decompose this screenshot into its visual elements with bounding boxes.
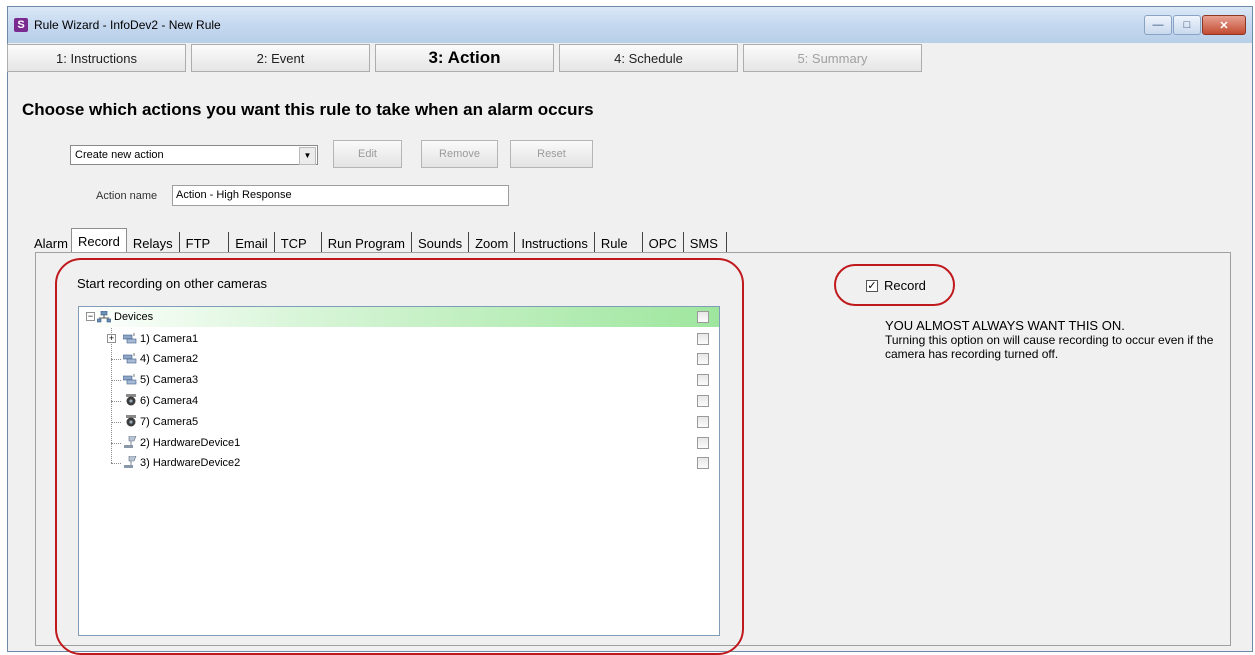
step-summary: 5: Summary: [743, 44, 922, 72]
tab-opc[interactable]: OPC: [642, 232, 684, 254]
remove-button[interactable]: Remove: [421, 140, 498, 168]
tab-tcp[interactable]: TCP: [274, 232, 322, 254]
note-body: Turning this option on will cause record…: [885, 333, 1214, 361]
action-name-label: Action name: [96, 190, 158, 202]
record-note: YOU ALMOST ALWAYS WANT THIS ON. Turning …: [885, 318, 1215, 362]
action-name-input[interactable]: Action - High Response: [172, 185, 509, 206]
note-heading: YOU ALMOST ALWAYS WANT THIS ON.: [885, 318, 1125, 333]
tab-email[interactable]: Email: [229, 232, 275, 254]
tab-sms[interactable]: SMS: [683, 232, 727, 254]
maximize-button[interactable]: □: [1173, 15, 1201, 35]
wizard-steps: 1: Instructions 2: Event 3: Action 4: Sc…: [7, 44, 927, 74]
tab-run-program[interactable]: Run Program: [321, 232, 413, 254]
tab-ftp[interactable]: FTP: [179, 232, 230, 254]
page-heading: Choose which actions you want this rule …: [22, 100, 594, 119]
tab-instructions[interactable]: Instructions: [515, 232, 595, 254]
tab-rule[interactable]: Rule: [594, 232, 643, 254]
tab-zoom[interactable]: Zoom: [469, 232, 516, 254]
tab-alarm[interactable]: Alarm: [28, 232, 71, 254]
window-title: Rule Wizard - InfoDev2 - New Rule: [34, 18, 221, 32]
dropdown-arrow-icon[interactable]: ▼: [299, 147, 316, 165]
tab-relays[interactable]: Relays: [126, 232, 180, 254]
step-schedule[interactable]: 4: Schedule: [559, 44, 738, 72]
record-checkbox[interactable]: ✓: [866, 280, 878, 292]
action-select-value: Create new action: [75, 149, 164, 161]
reset-button[interactable]: Reset: [510, 140, 593, 168]
step-action[interactable]: 3: Action: [375, 44, 554, 72]
step-instructions[interactable]: 1: Instructions: [7, 44, 186, 72]
highlight-oval-tree: [55, 258, 744, 655]
record-checkbox-label[interactable]: Record: [884, 278, 926, 293]
minimize-button[interactable]: —: [1144, 15, 1172, 35]
tab-sounds[interactable]: Sounds: [412, 232, 470, 254]
tab-record[interactable]: Record: [70, 228, 127, 254]
close-icon: ✕: [1219, 19, 1229, 32]
step-event[interactable]: 2: Event: [191, 44, 370, 72]
edit-button[interactable]: Edit: [333, 140, 402, 168]
minimize-icon: —: [1152, 19, 1164, 31]
title-bar[interactable]: S Rule Wizard - InfoDev2 - New Rule — □ …: [8, 7, 1252, 43]
app-icon: S: [14, 18, 28, 32]
maximize-icon: □: [1183, 19, 1191, 31]
close-button[interactable]: ✕: [1202, 15, 1246, 35]
action-select[interactable]: Create new action ▼: [70, 145, 318, 165]
action-tabs: Alarm Record Relays FTP Email TCP Run Pr…: [28, 228, 727, 254]
window-controls: — □ ✕: [1143, 15, 1246, 35]
